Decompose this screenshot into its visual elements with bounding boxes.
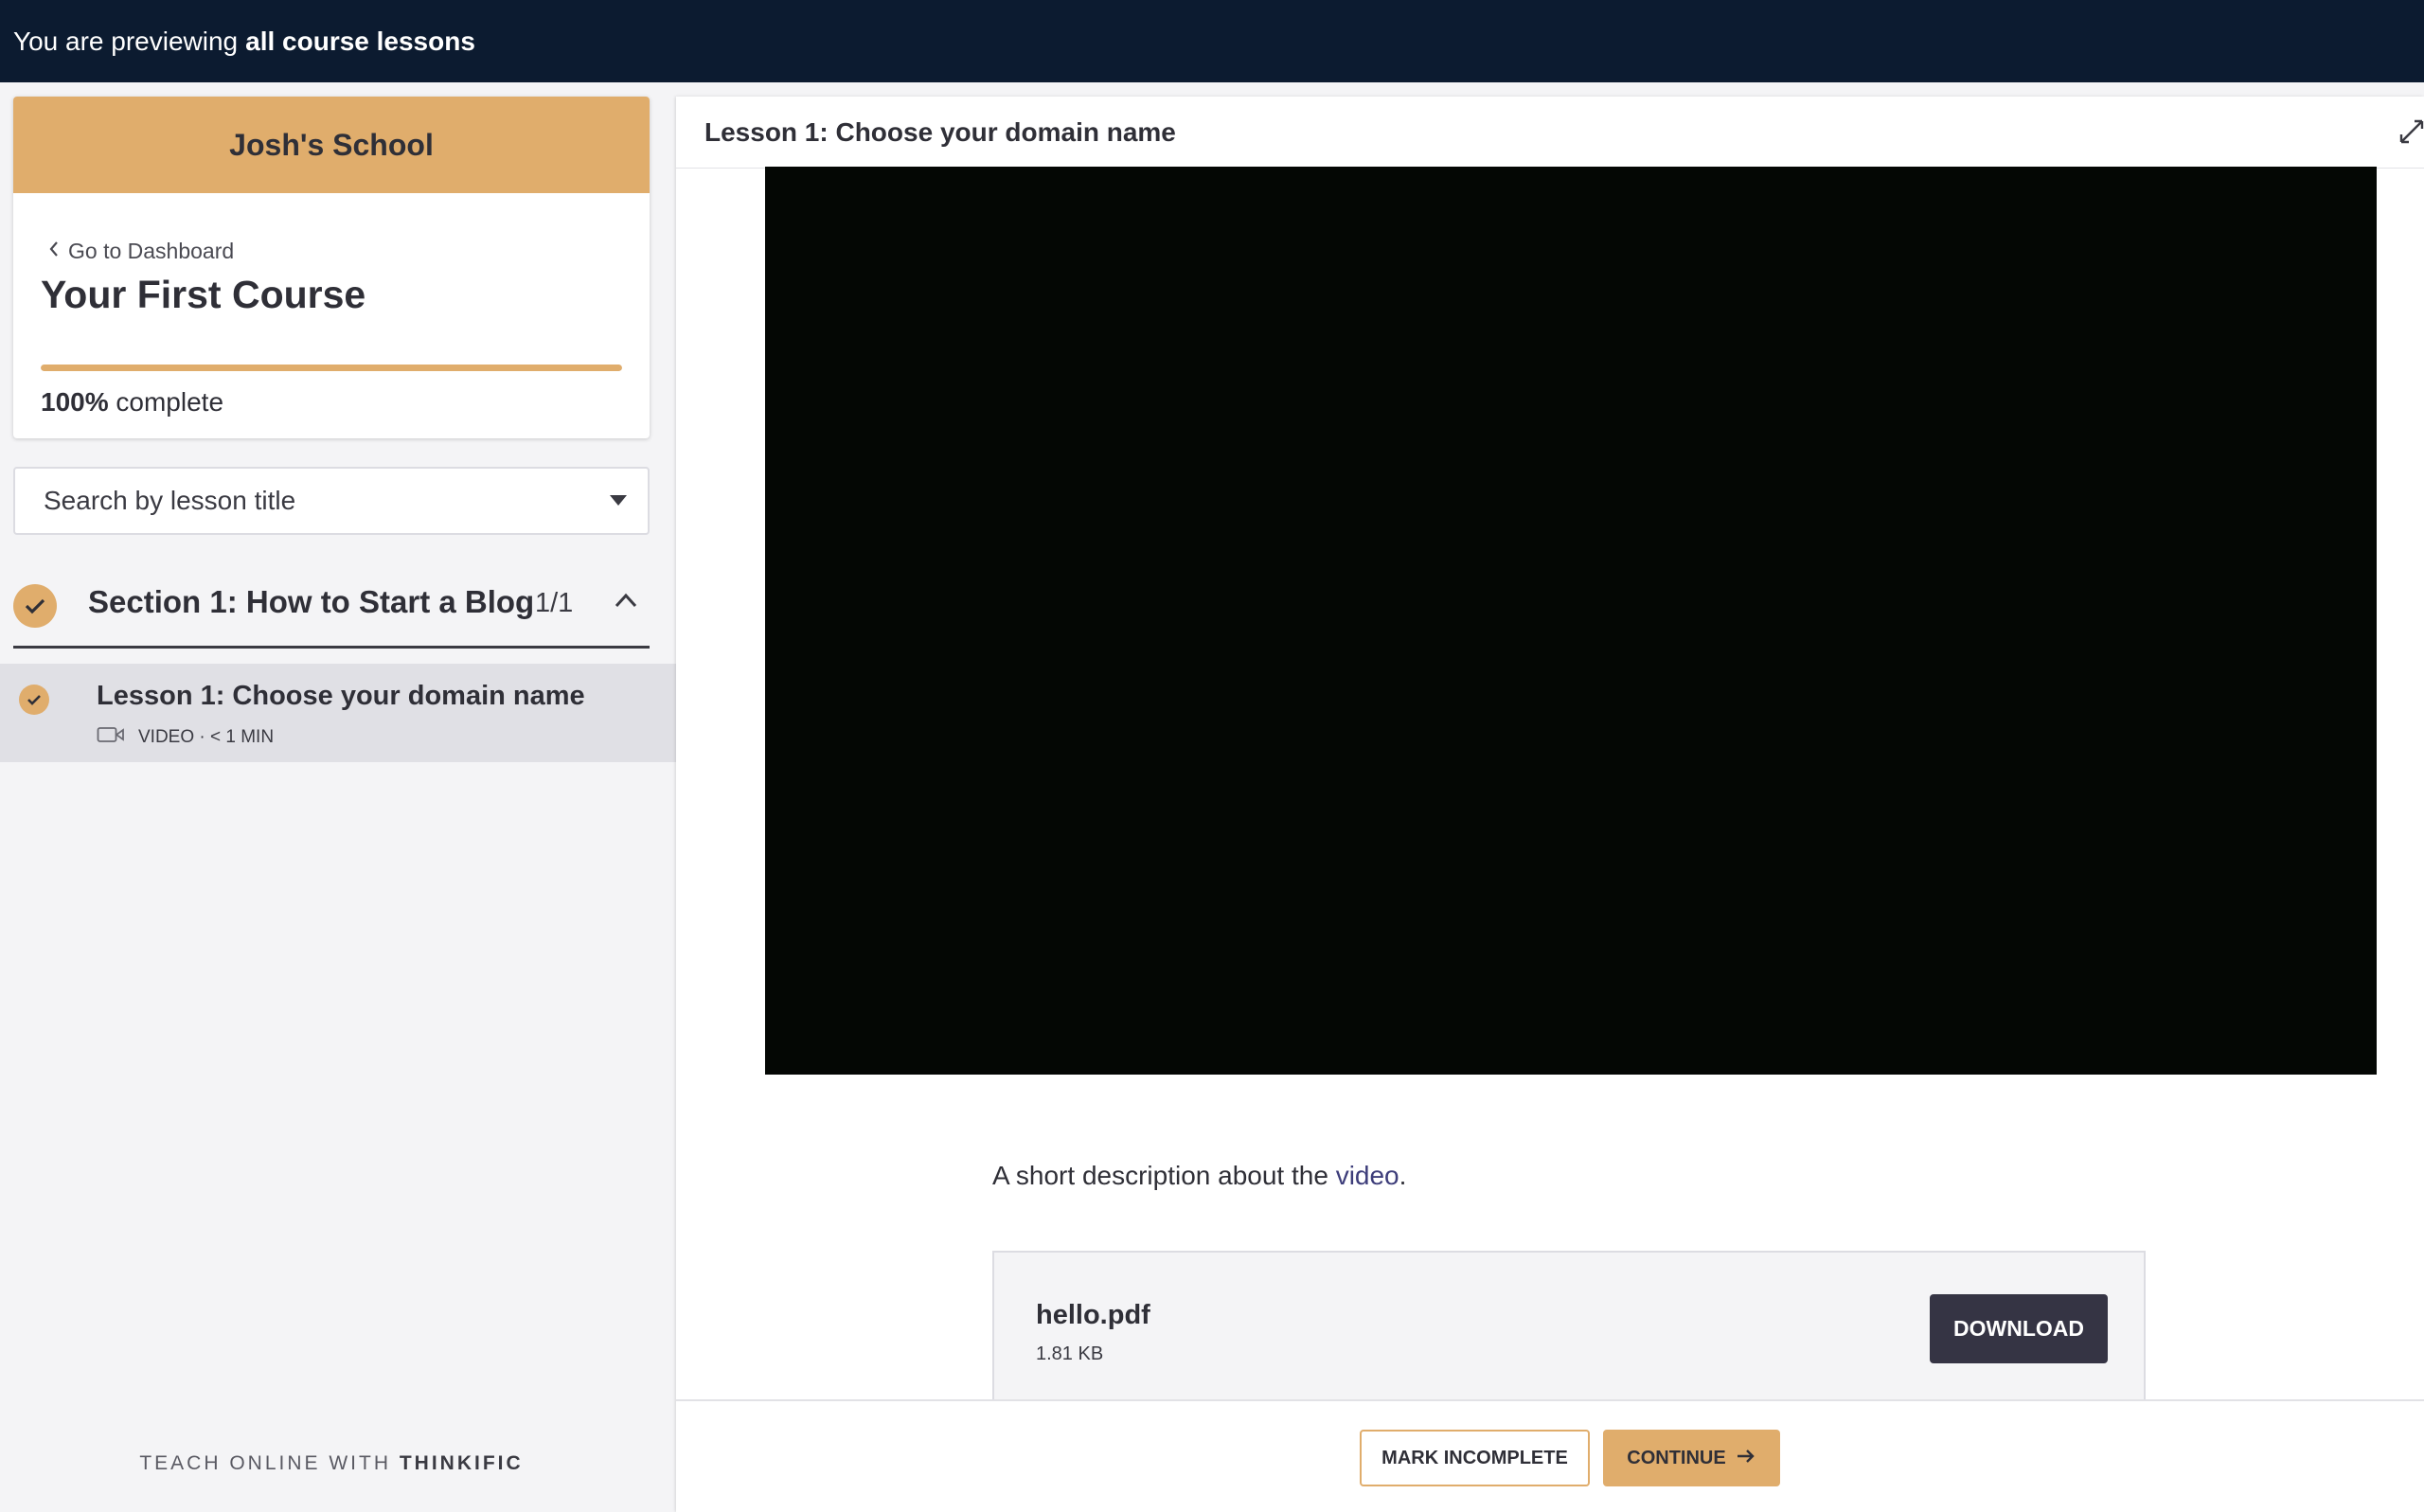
section-header[interactable]: Section 1: How to Start a Blog 1/1 bbox=[13, 565, 650, 649]
lesson-header: Lesson 1: Choose your domain name bbox=[676, 97, 2424, 169]
preview-text: You are previewing bbox=[13, 26, 239, 56]
file-size: 1.81 KB bbox=[1036, 1343, 1104, 1364]
lesson-search-placeholder: Search by lesson title bbox=[44, 486, 296, 515]
preview-highlight: all course lessons bbox=[245, 26, 475, 56]
section-title: Section 1: How to Start a Blog bbox=[88, 584, 535, 619]
course-title: Your First Course bbox=[41, 273, 366, 316]
mark-incomplete-button[interactable]: MARK INCOMPLETE bbox=[1360, 1430, 1590, 1486]
lesson-complete-check-icon bbox=[19, 685, 49, 715]
lesson-footer-bar: MARK INCOMPLETE CONTINUE bbox=[676, 1399, 2424, 1512]
download-button[interactable]: DOWNLOAD bbox=[1930, 1294, 2108, 1363]
lesson-item[interactable]: Lesson 1: Choose your domain name VIDEO … bbox=[0, 664, 676, 762]
footer-brand: THINKIFIC bbox=[399, 1452, 524, 1474]
chevron-up-icon[interactable] bbox=[614, 592, 638, 614]
description-suffix: . bbox=[1399, 1161, 1407, 1190]
course-card: Josh's School Go to Dashboard Your First… bbox=[13, 97, 650, 438]
lesson-content: Lesson 1: Choose your domain name A shor… bbox=[676, 97, 2424, 1512]
continue-button[interactable]: CONTINUE bbox=[1603, 1430, 1780, 1486]
lesson-header-title: Lesson 1: Choose your domain name bbox=[704, 116, 1176, 147]
sidebar: Josh's School Go to Dashboard Your First… bbox=[0, 82, 676, 1512]
expand-icon[interactable] bbox=[2396, 116, 2424, 154]
section-complete-check-icon bbox=[13, 583, 57, 628]
footer-prefix: TEACH ONLINE WITH bbox=[139, 1452, 391, 1474]
progress-fill bbox=[41, 365, 622, 371]
description-link[interactable]: video bbox=[1336, 1161, 1399, 1190]
caret-down-icon bbox=[610, 495, 627, 506]
progress-suffix: complete bbox=[116, 387, 224, 417]
file-name: hello.pdf bbox=[1036, 1300, 1150, 1330]
progress-text: 100% complete bbox=[41, 387, 223, 418]
description-text: A short description about the bbox=[992, 1161, 1328, 1190]
file-download-card: hello.pdf 1.81 KB DOWNLOAD bbox=[992, 1251, 2146, 1404]
video-player[interactable] bbox=[765, 167, 2377, 1075]
lesson-meta-text: VIDEO · < 1 MIN bbox=[138, 727, 275, 747]
preview-bar: You are previewing all course lessons bbox=[0, 0, 2424, 82]
video-camera-icon bbox=[97, 726, 125, 749]
lesson-meta: VIDEO · < 1 MIN bbox=[97, 726, 274, 749]
progress-bar bbox=[41, 365, 622, 371]
progress-value: 100% bbox=[41, 387, 109, 417]
lesson-title: Lesson 1: Choose your domain name bbox=[97, 681, 585, 711]
lesson-description: A short description about the video. bbox=[992, 1161, 1406, 1191]
go-to-dashboard-link[interactable]: Go to Dashboard bbox=[47, 239, 234, 264]
lesson-search-select[interactable]: Search by lesson title bbox=[13, 467, 650, 535]
continue-label: CONTINUE bbox=[1627, 1447, 1726, 1468]
thinkific-footer-link[interactable]: TEACH ONLINE WITH THINKIFIC bbox=[0, 1452, 663, 1475]
chevron-left-icon bbox=[47, 240, 61, 263]
go-to-dashboard-label: Go to Dashboard bbox=[68, 239, 235, 263]
arrow-right-icon bbox=[1736, 1448, 1756, 1469]
school-name[interactable]: Josh's School bbox=[13, 97, 650, 193]
section-count: 1/1 bbox=[535, 588, 574, 618]
